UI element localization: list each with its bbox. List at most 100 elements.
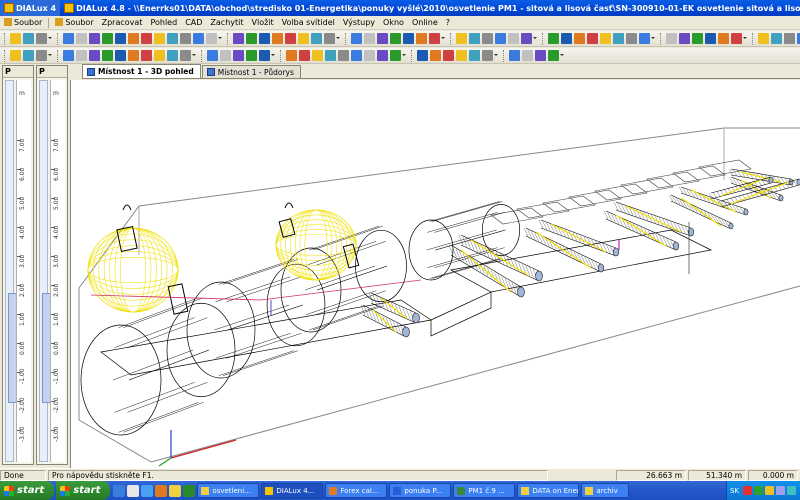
- menu-zpracovat[interactable]: Zpracovat: [98, 18, 147, 27]
- toolbar-button-icon[interactable]: [102, 33, 113, 44]
- toolbar-grip[interactable]: [411, 49, 414, 62]
- toolbar-button-icon[interactable]: [63, 33, 74, 44]
- toolbar-button-icon[interactable]: [626, 33, 637, 44]
- language-indicator[interactable]: SK: [730, 487, 739, 495]
- toolbar-button-icon[interactable]: [430, 50, 441, 61]
- menu-cad[interactable]: CAD: [181, 18, 206, 27]
- toolbar-button-icon[interactable]: [207, 50, 218, 61]
- toolbar-button-icon[interactable]: [206, 33, 217, 44]
- toolbar-button-icon[interactable]: [613, 33, 624, 44]
- toolbar-button-icon[interactable]: [102, 50, 113, 61]
- toolbar-button-icon[interactable]: [692, 33, 703, 44]
- toolbar-overflow-chevron-icon[interactable]: [533, 33, 538, 44]
- toolbar-button-icon[interactable]: [180, 33, 191, 44]
- toolbar-overflow-chevron-icon[interactable]: [192, 50, 197, 61]
- toolbar-grip[interactable]: [57, 49, 60, 62]
- toolbar-overflow-chevron-icon[interactable]: [494, 50, 499, 61]
- toolbar-button-icon[interactable]: [23, 50, 34, 61]
- toolbar-button-icon[interactable]: [417, 50, 428, 61]
- task-forex[interactable]: Forex cal...: [325, 483, 388, 498]
- room-wireframe-scene[interactable]: [71, 80, 800, 468]
- toolbar-button-icon[interactable]: [705, 33, 716, 44]
- toolbar-button-icon[interactable]: [63, 50, 74, 61]
- firefox-icon[interactable]: [155, 484, 168, 497]
- toolbar-grip[interactable]: [503, 49, 506, 62]
- menu-online[interactable]: Online: [408, 18, 442, 27]
- menu-okno[interactable]: Okno: [379, 18, 408, 27]
- toolbar-button-icon[interactable]: [89, 50, 100, 61]
- toolbar-grip[interactable]: [752, 32, 755, 45]
- toolbar-overflow-chevron-icon[interactable]: [441, 33, 446, 44]
- toolbar-button-icon[interactable]: [587, 33, 598, 44]
- toolbar-grip[interactable]: [345, 32, 348, 45]
- toolbar-button-icon[interactable]: [364, 50, 375, 61]
- toolbar-button-icon[interactable]: [193, 33, 204, 44]
- task-ponuka[interactable]: ponuka P...: [389, 483, 452, 498]
- toolbar-overflow-chevron-icon[interactable]: [48, 33, 53, 44]
- panel-scrollbar[interactable]: [39, 80, 51, 462]
- task-pm1[interactable]: PM1 č.9 ...: [453, 483, 516, 498]
- toolbar-overflow-chevron-icon[interactable]: [48, 50, 53, 61]
- toolbar-button-icon[interactable]: [167, 33, 178, 44]
- outlook-icon[interactable]: [113, 484, 126, 497]
- toolbar-button-icon[interactable]: [351, 33, 362, 44]
- toolbar-button-icon[interactable]: [364, 33, 375, 44]
- toolbar-button-icon[interactable]: [718, 33, 729, 44]
- menu-vlozit[interactable]: Vložit: [248, 18, 278, 27]
- task-osvetleni[interactable]: osvetleni...: [197, 483, 260, 498]
- toolbar-button-icon[interactable]: [10, 33, 21, 44]
- title-bar[interactable]: DIALux 4 DIALux 4.8 - \\Enerrks01\DATA\o…: [0, 0, 800, 16]
- tab-3d-view[interactable]: Místnost 1 - 3D pohled: [82, 64, 201, 78]
- app-icon[interactable]: [183, 484, 196, 497]
- toolbar-button-icon[interactable]: [10, 50, 21, 61]
- toolbar-button-icon[interactable]: [456, 33, 467, 44]
- toolbar-button-icon[interactable]: [429, 33, 440, 44]
- toolbar-button-icon[interactable]: [639, 33, 650, 44]
- toolbar-button-icon[interactable]: [325, 50, 336, 61]
- toolbar-button-icon[interactable]: [338, 50, 349, 61]
- toolbar-button-icon[interactable]: [246, 33, 257, 44]
- toolbar-button-icon[interactable]: [482, 50, 493, 61]
- toolbar-button-icon[interactable]: [377, 50, 388, 61]
- toolbar-button-icon[interactable]: [36, 50, 47, 61]
- toolbar-overflow-chevron-icon[interactable]: [651, 33, 656, 44]
- toolbar-overflow-chevron-icon[interactable]: [560, 50, 565, 61]
- toolbar-button-icon[interactable]: [469, 33, 480, 44]
- toolbar-button-icon[interactable]: [167, 50, 178, 61]
- toolbar-grip[interactable]: [201, 49, 204, 62]
- toolbar-button-icon[interactable]: [312, 50, 323, 61]
- toolbar-button-icon[interactable]: [286, 50, 297, 61]
- toolbar-grip[interactable]: [57, 32, 60, 45]
- toolbar-grip[interactable]: [4, 49, 7, 62]
- toolbar-button-icon[interactable]: [180, 50, 191, 61]
- toolbar-button-icon[interactable]: [666, 33, 677, 44]
- volume-icon[interactable]: [765, 486, 774, 495]
- toolbar-button-icon[interactable]: [311, 33, 322, 44]
- security-icon[interactable]: [787, 486, 796, 495]
- toolbar-button-icon[interactable]: [115, 50, 126, 61]
- toolbar-overflow-chevron-icon[interactable]: [271, 50, 276, 61]
- toolbar-button-icon[interactable]: [377, 33, 388, 44]
- toolbar-button-icon[interactable]: [443, 50, 454, 61]
- toolbar-button-icon[interactable]: [731, 33, 742, 44]
- start-button-secondary[interactable]: start: [56, 481, 111, 500]
- toolbar-button-icon[interactable]: [89, 33, 100, 44]
- menu-pohled[interactable]: Pohled: [146, 18, 181, 27]
- toolbar-grip[interactable]: [4, 32, 7, 45]
- toolbar-button-icon[interactable]: [285, 33, 296, 44]
- menu-zachytit[interactable]: Zachytit: [206, 18, 247, 27]
- update-icon[interactable]: [776, 486, 785, 495]
- menu-file-left[interactable]: Soubor: [0, 18, 46, 27]
- toolbar-button-icon[interactable]: [456, 50, 467, 61]
- toolbar-button-icon[interactable]: [246, 50, 257, 61]
- task-dialux[interactable]: DIALux 4...: [261, 483, 324, 498]
- network-icon[interactable]: [754, 486, 763, 495]
- toolbar-button-icon[interactable]: [299, 50, 310, 61]
- task-archiv[interactable]: archiv: [581, 483, 630, 498]
- toolbar-button-icon[interactable]: [233, 50, 244, 61]
- toolbar-button-icon[interactable]: [23, 33, 34, 44]
- toolbar-button-icon[interactable]: [521, 33, 532, 44]
- toolbar-button-icon[interactable]: [508, 33, 519, 44]
- toolbar-button-icon[interactable]: [259, 50, 270, 61]
- explorer-icon[interactable]: [127, 484, 140, 497]
